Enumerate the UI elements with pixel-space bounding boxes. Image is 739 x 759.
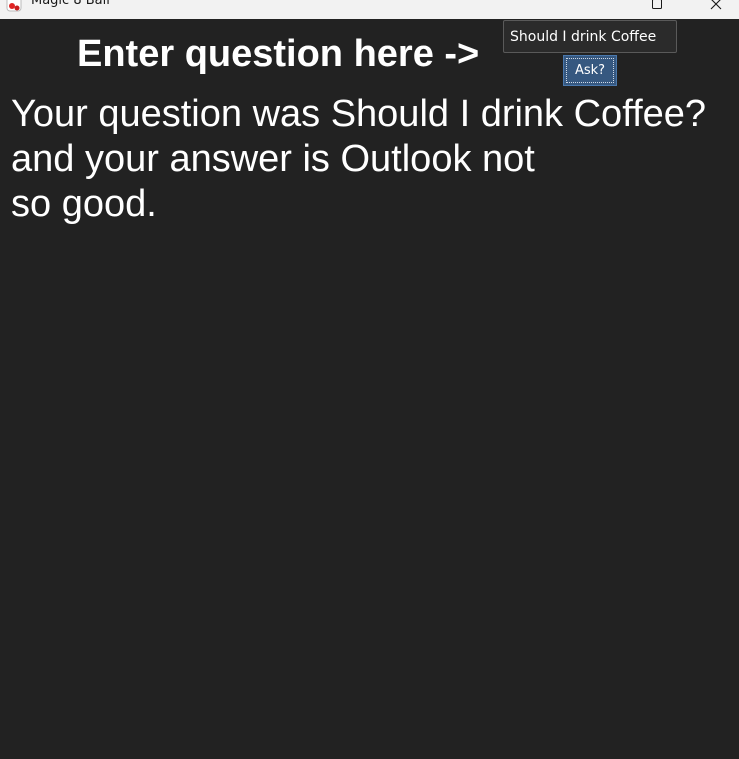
main-panel: Enter question here -> Ask? Your questio… bbox=[0, 19, 739, 759]
answer-text: Your question was Should I drink Coffee?… bbox=[11, 92, 736, 227]
answer-line-2: and your answer is Outlook not bbox=[11, 138, 535, 180]
close-icon bbox=[710, 0, 722, 9]
answer-line-1: Your question was Should I drink Coffee? bbox=[11, 93, 707, 135]
question-input[interactable] bbox=[503, 20, 677, 53]
maximize-button[interactable] bbox=[634, 0, 680, 19]
ask-button-label: Ask? bbox=[574, 63, 606, 78]
close-button[interactable] bbox=[693, 0, 739, 19]
maximize-icon bbox=[652, 0, 662, 9]
magic-8-ball-app-icon bbox=[6, 0, 22, 12]
ask-button[interactable]: Ask? bbox=[563, 55, 617, 86]
answer-line-3: so good. bbox=[11, 183, 157, 225]
title-bar[interactable]: Magic 8 Ball bbox=[0, 0, 739, 19]
window-title: Magic 8 Ball bbox=[31, 0, 110, 8]
question-prompt-label: Enter question here -> bbox=[77, 33, 480, 75]
